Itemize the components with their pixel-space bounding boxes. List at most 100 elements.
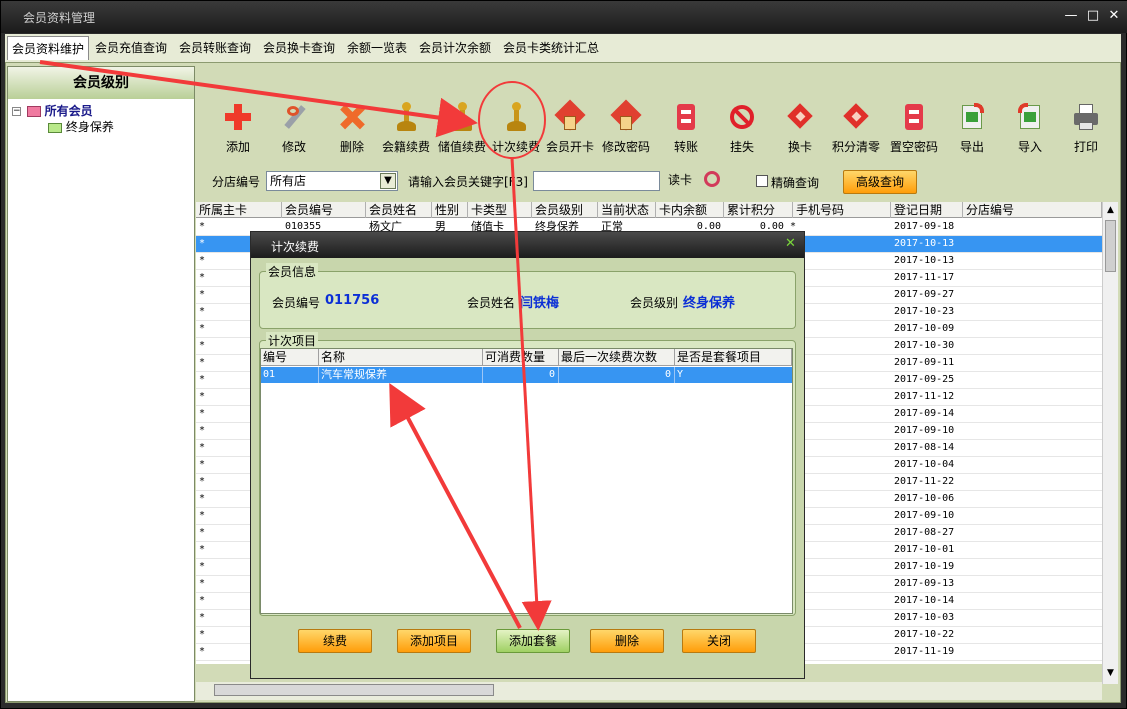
item-qty: 0 bbox=[483, 367, 559, 383]
vertical-scrollbar[interactable]: ▲ ▼ bbox=[1102, 202, 1118, 684]
scroll-down-icon[interactable]: ▼ bbox=[1104, 668, 1117, 680]
tool-label: 储值续费 bbox=[437, 140, 486, 154]
branch-label: 分店编号 bbox=[212, 175, 261, 189]
tool-3-button[interactable]: 会籍续费 bbox=[378, 100, 434, 158]
branch-select-value: 所有店 bbox=[270, 174, 307, 188]
add-package-button[interactable]: 添加套餐 bbox=[496, 629, 570, 653]
item-row[interactable]: 01 汽车常规保养 0 0 Y bbox=[261, 367, 792, 383]
horizontal-scrollbar[interactable] bbox=[196, 682, 1102, 700]
chevron-down-icon[interactable]: ▼ bbox=[380, 173, 396, 189]
col-header[interactable]: 性别 bbox=[432, 202, 468, 218]
tool-8-button[interactable]: 转账 bbox=[658, 100, 714, 158]
hscroll-thumb[interactable] bbox=[214, 684, 494, 696]
maximize-button[interactable]: □ bbox=[1084, 7, 1102, 25]
col-header[interactable]: 卡内余额 bbox=[656, 202, 724, 218]
tool-13-button[interactable]: 导出 bbox=[944, 100, 1000, 158]
col-header[interactable]: 手机号码 bbox=[793, 202, 891, 218]
tree-root[interactable]: − 所有会员 bbox=[12, 102, 93, 119]
scroll-up-icon[interactable]: ▲ bbox=[1104, 205, 1117, 217]
item-col-last: 最后一次续费次数 bbox=[559, 349, 675, 366]
renew-button[interactable]: 续费 bbox=[298, 629, 372, 653]
tab-card-type-summary[interactable]: 会员卡类统计汇总 bbox=[499, 36, 603, 60]
tool-9-button[interactable]: 挂失 bbox=[714, 100, 770, 158]
tool-label: 添加 bbox=[225, 140, 250, 154]
add-item-button[interactable]: 添加项目 bbox=[397, 629, 471, 653]
filter-row: 分店编号 所有店 ▼ 请输入会员关键字[F3] 读卡 精确查询 高级查询 bbox=[196, 163, 1121, 201]
cell-date: 2017-09-25 bbox=[894, 374, 955, 385]
tab-member-maintenance[interactable]: 会员资料维护 bbox=[7, 36, 90, 60]
tool-15-button[interactable]: 打印 bbox=[1058, 100, 1114, 158]
tool-label: 积分清零 bbox=[831, 140, 880, 154]
dialog-title-bar: 计次续费 ✕ bbox=[251, 232, 804, 258]
close-button[interactable]: ✕ bbox=[1105, 7, 1123, 25]
delete-icon bbox=[337, 102, 367, 132]
item-col-qty: 可消费数量 bbox=[483, 349, 559, 366]
col-header[interactable]: 会员级别 bbox=[532, 202, 598, 218]
cell-date: 2017-11-17 bbox=[894, 272, 955, 283]
tab-bar: 会员资料维护 会员充值查询 会员转账查询 会员换卡查询 余额一览表 会员计次余额… bbox=[5, 34, 1121, 62]
col-header[interactable]: 当前状态 bbox=[598, 202, 656, 218]
pawn-icon bbox=[447, 102, 477, 132]
cell-date: 2017-10-09 bbox=[894, 323, 955, 334]
toolbar: 添加 修改 删除 会籍续费 储值续费 计次续费 会员开卡 修改密码 转账 挂失 换卡 积分清零 置空密码… bbox=[196, 90, 1121, 160]
title-bar: 会员资料管理 — □ ✕ bbox=[1, 1, 1127, 33]
diamond-icon bbox=[785, 102, 815, 132]
member-name-label: 会员姓名 bbox=[467, 296, 516, 310]
cell-date: 2017-10-13 bbox=[894, 238, 955, 249]
collapse-icon[interactable]: − bbox=[12, 107, 21, 116]
tool-label: 打印 bbox=[1073, 140, 1098, 154]
tool-5-button[interactable]: 计次续费 bbox=[488, 100, 544, 158]
advanced-query-button[interactable]: 高级查询 bbox=[843, 170, 917, 194]
tool-label: 计次续费 bbox=[491, 140, 540, 154]
delete-item-button[interactable]: 删除 bbox=[590, 629, 664, 653]
member-level-panel: 会员级别 − 所有会员 终身保养 bbox=[7, 66, 195, 702]
tool-14-button[interactable]: 导入 bbox=[1002, 100, 1058, 158]
tab-balance-list[interactable]: 余额一览表 bbox=[343, 36, 411, 60]
ban-icon bbox=[727, 102, 757, 132]
tab-count-balance[interactable]: 会员计次余额 bbox=[415, 36, 495, 60]
tool-label: 置空密码 bbox=[889, 140, 938, 154]
col-header[interactable]: 卡类型 bbox=[468, 202, 532, 218]
tab-transfer-query[interactable]: 会员转账查询 bbox=[175, 36, 255, 60]
minimize-button[interactable]: — bbox=[1062, 7, 1080, 25]
tool-12-button[interactable]: 置空密码 bbox=[886, 100, 942, 158]
col-header[interactable]: 会员姓名 bbox=[366, 202, 432, 218]
tool-10-button[interactable]: 换卡 bbox=[772, 100, 828, 158]
import-icon bbox=[1015, 102, 1045, 132]
tool-0-button[interactable]: 添加 bbox=[210, 100, 266, 158]
member-info-caption: 会员信息 bbox=[266, 263, 319, 280]
cell-date: 2017-09-13 bbox=[894, 578, 955, 589]
member-id-value: 011756 bbox=[325, 293, 380, 308]
house-icon bbox=[554, 99, 586, 132]
col-header[interactable]: 分店编号 bbox=[963, 202, 1102, 218]
tool-2-button[interactable]: 删除 bbox=[324, 100, 380, 158]
keyword-input[interactable] bbox=[533, 171, 660, 191]
item-col-package: 是否是套餐项目 bbox=[675, 349, 792, 366]
transfer-icon bbox=[671, 102, 701, 132]
cell-date: 2017-10-23 bbox=[894, 306, 955, 317]
branch-select[interactable]: 所有店 ▼ bbox=[266, 171, 398, 191]
item-package: Y bbox=[677, 369, 684, 380]
col-header[interactable]: 累计积分 bbox=[724, 202, 793, 218]
col-header[interactable]: 会员编号 bbox=[282, 202, 366, 218]
cell-date: 2017-08-27 bbox=[894, 527, 955, 538]
read-card-label[interactable]: 读卡 bbox=[668, 171, 692, 188]
exact-label: 精确查询 bbox=[771, 176, 820, 190]
tool-7-button[interactable]: 修改密码 bbox=[598, 99, 654, 158]
tool-4-button[interactable]: 储值续费 bbox=[434, 100, 490, 158]
exact-checkbox[interactable] bbox=[756, 175, 768, 187]
tab-recharge-query[interactable]: 会员充值查询 bbox=[91, 36, 171, 60]
col-header[interactable]: 所属主卡 bbox=[196, 202, 282, 218]
tool-11-button[interactable]: 积分清零 bbox=[828, 100, 884, 158]
tool-label: 修改密码 bbox=[601, 140, 650, 154]
tree-child[interactable]: 终身保养 bbox=[48, 118, 114, 135]
close-dialog-button[interactable]: 关闭 bbox=[682, 629, 756, 653]
dialog-close-icon[interactable]: ✕ bbox=[785, 236, 796, 251]
tab-card-change-query[interactable]: 会员换卡查询 bbox=[259, 36, 339, 60]
scroll-thumb[interactable] bbox=[1105, 220, 1116, 272]
cell-date: 2017-10-01 bbox=[894, 544, 955, 555]
col-header[interactable]: 登记日期 bbox=[891, 202, 963, 218]
tool-1-button[interactable]: 修改 bbox=[266, 100, 322, 158]
search-icon[interactable] bbox=[704, 171, 720, 187]
tool-6-button[interactable]: 会员开卡 bbox=[542, 99, 598, 158]
